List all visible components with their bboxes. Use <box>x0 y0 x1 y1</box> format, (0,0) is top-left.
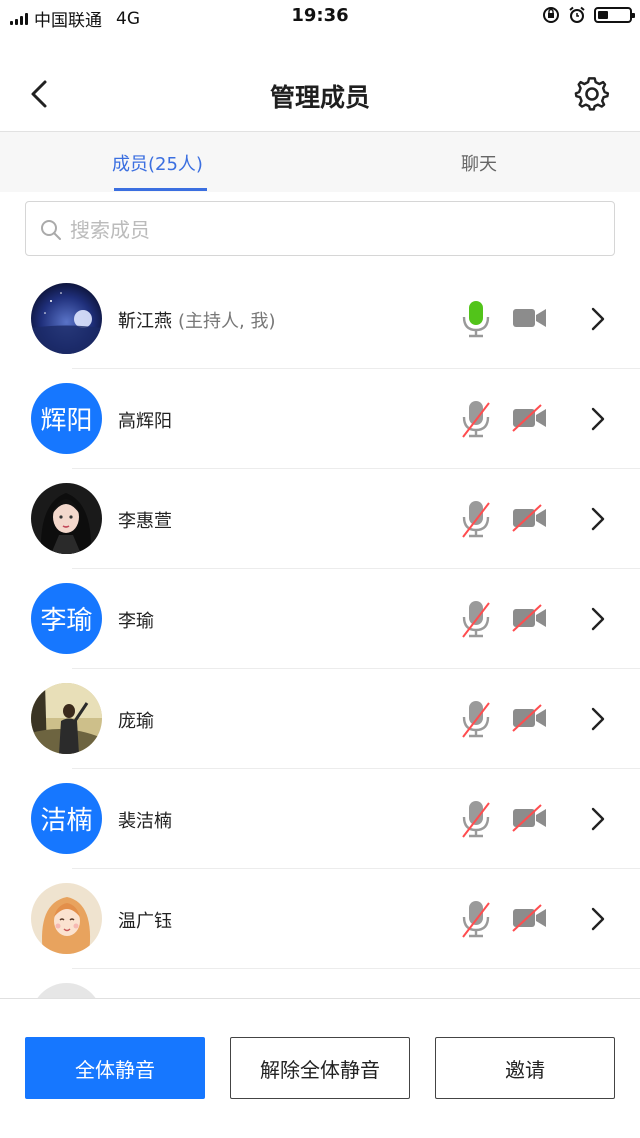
camera-muted-icon[interactable] <box>511 803 549 833</box>
member-row[interactable]: 靳江燕 (主持人, 我) <box>0 269 640 369</box>
member-name: 裴洁楠 <box>118 811 172 832</box>
gear-icon[interactable] <box>574 76 610 112</box>
microphone-muted-icon[interactable] <box>459 399 493 439</box>
microphone-muted-icon[interactable] <box>459 699 493 739</box>
nav-bar: 管理成员 <box>0 56 640 132</box>
avatar <box>31 483 102 554</box>
member-name: 靳江燕 <box>118 311 172 332</box>
battery-icon <box>594 7 635 23</box>
member-row[interactable]: 李惠萱 <box>0 469 640 569</box>
row-divider <box>72 968 640 969</box>
tab-bar: 成员(25人) 聊天 <box>0 131 640 192</box>
alarm-icon <box>569 6 585 23</box>
moon-night-photo-icon <box>31 283 102 354</box>
avatar: 洁楠 <box>31 783 102 854</box>
camera-muted-icon[interactable] <box>511 403 549 433</box>
status-bar: 中国联通 4G 19:36 <box>0 0 640 34</box>
member-name: 温广钰 <box>118 911 172 932</box>
camera-muted-icon[interactable] <box>511 603 549 633</box>
member-name: 庞瑜 <box>118 711 154 732</box>
search-box[interactable] <box>25 201 615 256</box>
microphone-on-icon[interactable] <box>459 299 493 339</box>
chevron-right-icon[interactable] <box>588 305 608 333</box>
chevron-right-icon[interactable] <box>588 705 608 733</box>
chevron-right-icon[interactable] <box>588 905 608 933</box>
member-name: 李惠萱 <box>118 511 172 532</box>
member-name-line: 靳江燕 (主持人, 我) <box>118 307 276 333</box>
camera-off-icon[interactable] <box>511 303 549 333</box>
member-row[interactable]: 温广钰 <box>0 869 640 969</box>
member-row[interactable]: 洁楠 裴洁楠 <box>0 769 640 869</box>
microphone-muted-icon[interactable] <box>459 599 493 639</box>
page-title: 管理成员 <box>269 83 370 112</box>
member-row[interactable]: 辉阳 高辉阳 <box>0 369 640 469</box>
outdoor-person-photo-icon <box>31 683 102 754</box>
chevron-right-icon[interactable] <box>588 405 608 433</box>
member-name: 高辉阳 <box>118 411 172 432</box>
member-row[interactable]: 庞瑜 <box>0 669 640 769</box>
microphone-muted-icon[interactable] <box>459 899 493 939</box>
tab-chat[interactable]: 聊天 <box>461 150 497 176</box>
member-name: 李瑜 <box>118 611 154 632</box>
unmute-all-button[interactable]: 解除全体静音 <box>230 1037 410 1099</box>
member-role: (主持人, 我) <box>178 311 276 332</box>
microphone-muted-icon[interactable] <box>459 499 493 539</box>
search-input[interactable] <box>68 212 602 248</box>
member-row[interactable]: 李瑜 李瑜 <box>0 569 640 669</box>
avatar <box>31 283 102 354</box>
active-tab-indicator <box>114 188 207 191</box>
camera-muted-icon[interactable] <box>511 503 549 533</box>
tab-members[interactable]: 成员(25人) <box>112 150 203 176</box>
chevron-right-icon[interactable] <box>588 505 608 533</box>
avatar <box>31 883 102 954</box>
avatar: 辉阳 <box>31 383 102 454</box>
invite-button[interactable]: 邀请 <box>435 1037 615 1099</box>
rotation-lock-icon <box>543 7 559 23</box>
illustrated-girl-photo-icon <box>31 483 102 554</box>
camera-muted-icon[interactable] <box>511 903 549 933</box>
search-icon <box>41 220 61 240</box>
avatar <box>31 683 102 754</box>
camera-muted-icon[interactable] <box>511 703 549 733</box>
chevron-right-icon[interactable] <box>588 805 608 833</box>
avatar: 李瑜 <box>31 583 102 654</box>
mute-all-button[interactable]: 全体静音 <box>25 1037 205 1099</box>
bottom-action-bar: 全体静音 解除全体静音 邀请 <box>0 998 640 1138</box>
chevron-right-icon[interactable] <box>588 605 608 633</box>
microphone-muted-icon[interactable] <box>459 799 493 839</box>
status-right <box>542 6 635 24</box>
cartoon-girl-photo-icon <box>31 883 102 954</box>
